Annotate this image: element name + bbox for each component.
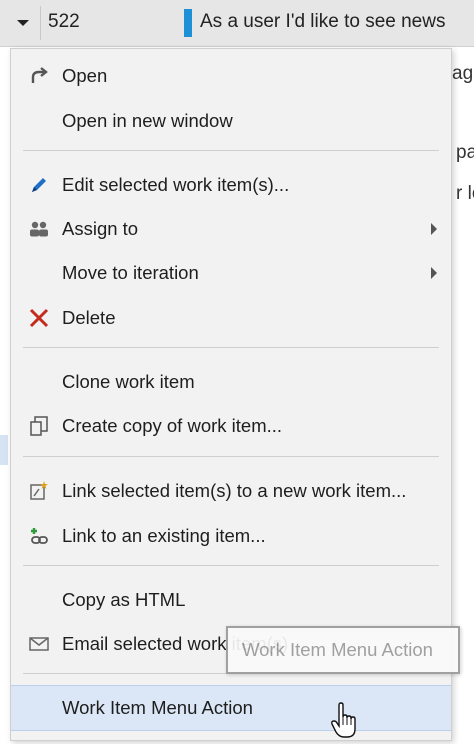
- menu-item-label: Work Item Menu Action: [62, 697, 253, 718]
- menu-item-label: Open in new window: [62, 110, 233, 131]
- menu-item-label: Delete: [62, 307, 116, 328]
- menu-item-link-existing[interactable]: Link to an existing item...: [11, 514, 451, 558]
- submenu-arrow-icon: [431, 267, 437, 279]
- menu-item-work-item-menu-action[interactable]: Work Item Menu Action: [11, 685, 451, 731]
- menu-separator: [23, 347, 439, 348]
- mail-icon: [28, 633, 50, 655]
- menu-item-open-new-window[interactable]: Open in new window: [11, 99, 451, 143]
- hand-pointer-cursor-icon: [330, 702, 360, 739]
- menu-item-edit[interactable]: Edit selected work item(s)...: [11, 163, 451, 207]
- menu-separator: [23, 456, 439, 457]
- tooltip: Work Item Menu Action: [226, 626, 460, 674]
- background-text-fragment: pa: [456, 142, 474, 163]
- menu-item-link-new[interactable]: Link selected item(s) to a new work item…: [11, 469, 451, 513]
- menu-item-move-to-iteration[interactable]: Move to iteration: [11, 251, 451, 295]
- menu-item-label: Move to iteration: [62, 262, 199, 283]
- delete-x-icon: [28, 307, 50, 329]
- menu-item-label: Link to an existing item...: [62, 525, 266, 546]
- expand-chevron-icon[interactable]: [14, 14, 32, 32]
- submenu-arrow-icon: [431, 223, 437, 235]
- menu-item-label: Edit selected work item(s)...: [62, 174, 290, 195]
- menu-item-label: Create copy of work item...: [62, 415, 283, 436]
- work-item-row[interactable]: 522 As a user I'd like to see news: [0, 0, 474, 47]
- people-icon: [28, 218, 50, 240]
- menu-separator: [23, 565, 439, 566]
- background-text-fragment: r lo: [456, 183, 474, 204]
- menu-item-open[interactable]: Open: [11, 54, 451, 98]
- menu-item-label: Link selected item(s) to a new work item…: [62, 480, 407, 501]
- menu-item-label: Copy as HTML: [62, 589, 186, 610]
- link-icon: [28, 525, 50, 547]
- menu-item-label: Clone work item: [62, 371, 195, 392]
- menu-item-label: Open: [62, 65, 108, 86]
- menu-item-label: Assign to: [62, 218, 139, 239]
- menu-item-assign-to[interactable]: Assign to: [11, 207, 451, 251]
- work-item-title[interactable]: As a user I'd like to see news: [200, 11, 445, 33]
- work-item-type-color-bar: [184, 9, 192, 37]
- tooltip-text: Work Item Menu Action: [242, 639, 433, 660]
- menu-separator: [23, 150, 439, 151]
- selected-row-indicator: [0, 435, 8, 465]
- pencil-icon: [28, 174, 50, 196]
- redo-arrow-icon: [28, 65, 50, 87]
- menu-item-create-copy[interactable]: Create copy of work item...: [11, 404, 451, 448]
- menu-item-delete[interactable]: Delete: [11, 296, 451, 340]
- work-item-id: 522: [48, 11, 80, 32]
- new-link-icon: [28, 480, 50, 502]
- menu-item-clone[interactable]: Clone work item: [11, 360, 451, 404]
- copy-icon: [28, 415, 50, 437]
- column-divider: [40, 6, 41, 40]
- background-text-fragment: age: [452, 63, 474, 84]
- menu-item-copy-html[interactable]: Copy as HTML: [11, 578, 451, 622]
